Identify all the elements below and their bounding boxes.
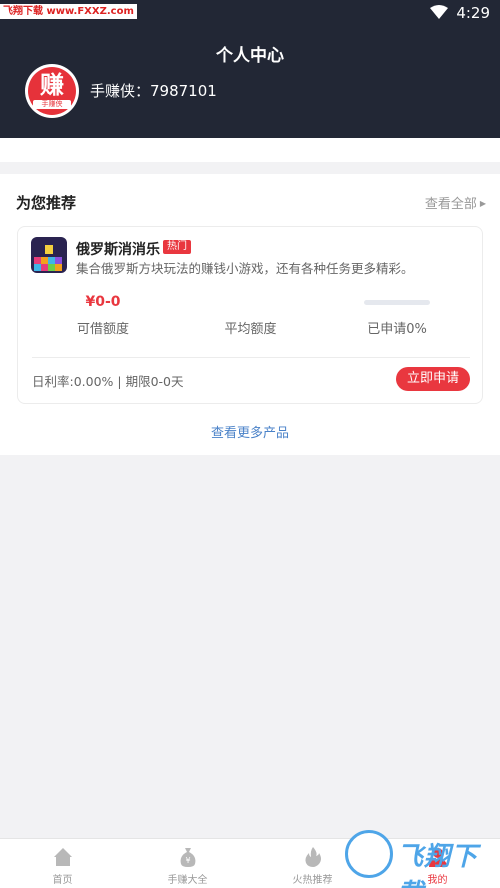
view-all-link[interactable]: 查看全部 ▶: [425, 193, 486, 212]
fire-icon: [304, 847, 321, 867]
amount-value: ¥0-0: [85, 294, 121, 310]
average-label: 平均额度: [224, 322, 277, 337]
section-title: 为您推荐: [16, 194, 77, 212]
page-title: 个人中心: [216, 46, 284, 66]
applied-label: 已申请0%: [367, 322, 427, 337]
header: 飞翔下载 www.FXXZ.com 4:29 个人中心 赚 手赚侠 手赚侠：79…: [0, 0, 500, 138]
more-products-link[interactable]: 查看更多产品: [0, 422, 500, 441]
wifi-icon: [430, 5, 448, 19]
apply-progress-bar: [364, 300, 430, 305]
hot-badge: 热门: [163, 240, 191, 254]
nav-label: 手赚大全: [167, 875, 208, 886]
svg-text:¥: ¥: [185, 856, 190, 865]
recommend-section: 为您推荐 查看全部 ▶ 俄罗斯消消乐 热门 集合俄罗斯方块玩法的赚钱小游戏，还有各…: [0, 174, 500, 455]
watermark-text: 飞翔下载 www.FXXZ.com: [0, 4, 137, 19]
status-time: 4:29: [456, 4, 490, 22]
money-bag-icon: ¥: [180, 848, 195, 867]
product-card[interactable]: 俄罗斯消消乐 热门 集合俄罗斯方块玩法的赚钱小游戏，还有各种任务更多精彩。 ¥0…: [17, 226, 483, 404]
amount-label: 可借额度: [76, 322, 129, 337]
nav-item-earn[interactable]: ¥ 手赚大全: [125, 839, 250, 888]
nav-label: 首页: [52, 875, 73, 886]
site-logo-watermark: 飞翔下载: [345, 830, 495, 888]
avatar[interactable]: 赚 手赚侠: [25, 64, 79, 118]
logo-circle-icon: [345, 830, 393, 878]
username: 手赚侠：7987101: [90, 82, 217, 100]
product-description: 集合俄罗斯方块玩法的赚钱小游戏，还有各种任务更多精彩。: [76, 261, 414, 276]
rate-term-text: 日利率:0.00% | 期限0-0天: [32, 374, 184, 389]
nav-item-home[interactable]: 首页: [0, 839, 125, 888]
card-divider: [32, 357, 470, 358]
view-all-label: 查看全部: [424, 197, 477, 212]
logo-text: 飞翔下载: [397, 842, 479, 888]
avatar-logo-caption: 手赚侠: [33, 100, 71, 109]
header-strip: [0, 138, 500, 162]
chevron-right-icon: ▶: [479, 199, 486, 208]
home-icon: [53, 848, 72, 866]
game-app-icon: [31, 237, 67, 273]
product-name: 俄罗斯消消乐: [76, 242, 160, 258]
avatar-logo-char: 赚: [40, 71, 64, 99]
apply-now-button[interactable]: 立即申请: [396, 367, 470, 391]
